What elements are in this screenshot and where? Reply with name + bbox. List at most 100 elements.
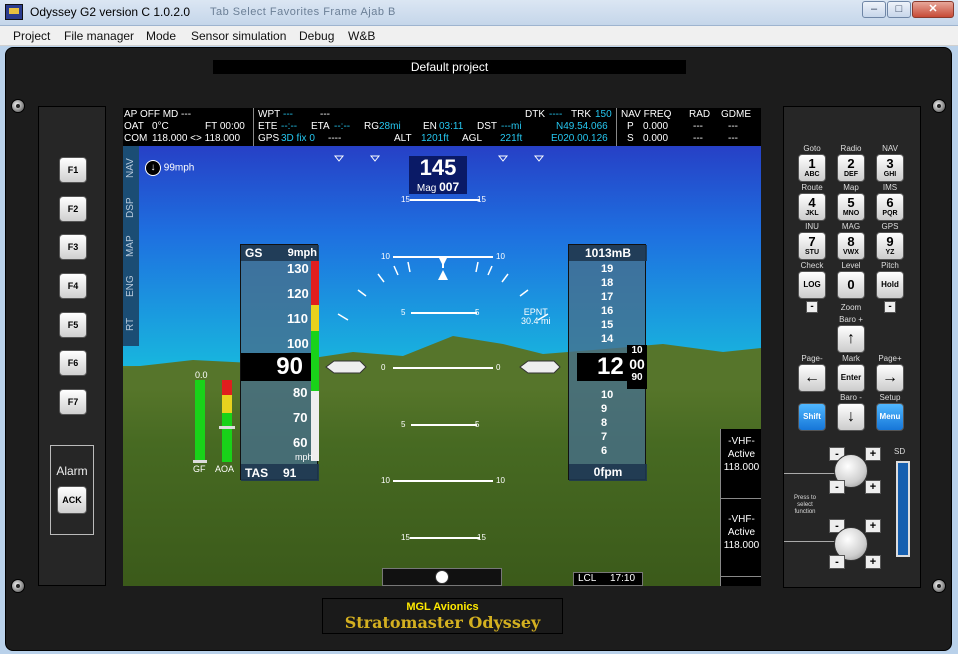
f2-button[interactable]: F2 (59, 196, 87, 222)
key-caption-check: Check (800, 261, 824, 270)
eta-value: --:-- (334, 121, 351, 132)
key-caption-radio: Radio (840, 144, 862, 153)
key-letters: YZ (885, 249, 895, 256)
key-5[interactable]: 5 MNO (837, 193, 865, 221)
key-7[interactable]: 7 STU (798, 232, 826, 260)
logo-line2: Stratomaster Odyssey (344, 613, 541, 632)
maximize-button[interactable]: □ (887, 1, 911, 18)
longitude: E020.00.126 (551, 133, 608, 144)
baro-plus-label: Baro + (839, 315, 863, 324)
wind-indicator: ↓ 99mph (145, 160, 194, 176)
screw-icon (932, 99, 946, 113)
knob1-plus[interactable]: + (865, 447, 881, 461)
vhf-title: -VHF- (728, 436, 755, 447)
screw-icon (932, 579, 946, 593)
menu-file-manager[interactable]: File manager (64, 29, 134, 43)
alt-drum-digit: 00 (629, 356, 645, 372)
knob1-plus-lower[interactable]: + (865, 480, 881, 494)
up-arrow-button[interactable]: ↑ (837, 325, 865, 353)
key-3[interactable]: 3 GHI (876, 154, 904, 182)
menu-wb[interactable]: W&B (348, 29, 375, 43)
slip-indicator (382, 568, 502, 586)
close-button[interactable]: ✕ (912, 1, 954, 18)
vhf-frequency: 118.000 (723, 540, 760, 551)
hold-key[interactable]: Hold (876, 271, 904, 299)
shift-button[interactable]: Shift (798, 403, 826, 431)
key-caption-goto: Goto (803, 144, 821, 153)
gps-value: 3D fix 0 (281, 133, 315, 144)
menu-project[interactable]: Project (13, 29, 50, 43)
zoom-in-button[interactable]: - (884, 301, 896, 313)
menu-button[interactable]: Menu (876, 403, 904, 431)
key-2[interactable]: 2 DEF (837, 154, 865, 182)
key-caption-inu: INU (805, 222, 819, 231)
f4-button[interactable]: F4 (59, 273, 87, 299)
key-0[interactable]: 0 (837, 271, 865, 299)
left-arrow-icon: ← (804, 369, 820, 386)
menu-bar: Project File manager Mode Sensor simulat… (0, 26, 958, 46)
altitude-drum: 10 00 90 (627, 345, 647, 389)
knob2-plus[interactable]: + (865, 519, 881, 533)
menu-debug[interactable]: Debug (299, 29, 334, 43)
key-number: 6 (886, 195, 894, 210)
rg-value: 28mi (379, 121, 401, 132)
alarm-label: Alarm (56, 464, 88, 478)
f3-button[interactable]: F3 (59, 234, 87, 260)
baro-setting: 1013mB (569, 245, 647, 261)
ack-button[interactable]: ACK (57, 486, 87, 514)
knob2-plus-lower[interactable]: + (865, 555, 881, 569)
zoom-label: Zoom (840, 303, 862, 312)
tab-dsp[interactable]: DSP (123, 188, 139, 228)
left-arrow-button[interactable]: ← (798, 364, 826, 392)
up-arrow-icon: ↑ (847, 330, 855, 347)
sd-card-slot[interactable] (896, 461, 910, 557)
key-caption-gps: GPS (881, 222, 899, 231)
tab-nav[interactable]: NAV (123, 148, 139, 188)
right-arrow-button[interactable]: → (876, 364, 904, 392)
tab-map[interactable]: MAP (123, 226, 139, 266)
agl-label: AGL (462, 133, 483, 144)
zoom-out-button[interactable]: - (806, 301, 818, 313)
gf-label: GF (193, 464, 206, 474)
key-8[interactable]: 8 VWX (837, 232, 865, 260)
key-1[interactable]: 1 ABC (798, 154, 826, 182)
vhf-block-2[interactable]: -VHF- Active 118.000 (721, 507, 761, 577)
vhf-block-1[interactable]: -VHF- Active 118.000 (721, 429, 761, 499)
log-key[interactable]: LOG (798, 271, 826, 299)
key-number: 7 (808, 234, 816, 249)
knob2-minus-lower[interactable]: - (829, 555, 845, 569)
alt-drum-digit: 10 (631, 345, 643, 356)
down-arrow-button[interactable]: ↓ (837, 403, 865, 431)
f7-button[interactable]: F7 (59, 389, 87, 415)
tab-eng[interactable]: ENG (123, 266, 139, 306)
minimize-button[interactable]: – (862, 1, 886, 18)
f1-button[interactable]: F1 (59, 157, 87, 183)
key-letters: ABC (804, 171, 820, 178)
page-plus-label: Page+ (878, 354, 902, 363)
f6-button[interactable]: F6 (59, 350, 87, 376)
pitch-label: 15 (477, 533, 486, 542)
heading-readout: 145 Mag 007 (409, 156, 467, 194)
key-4[interactable]: 4 JKL (798, 193, 826, 221)
enter-button[interactable]: Enter (837, 364, 865, 392)
key-number: 0 (847, 277, 855, 292)
key-9[interactable]: 9 YZ (876, 232, 904, 260)
eta-label: ETA (311, 121, 330, 132)
speed-tick: 70 (293, 410, 308, 425)
aoa-label: AOA (215, 464, 235, 474)
menu-sensor-simulation[interactable]: Sensor simulation (191, 29, 286, 43)
vertical-speed: 0fpm (569, 464, 647, 481)
knob1-minus-lower[interactable]: - (829, 480, 845, 494)
f5-button[interactable]: F5 (59, 312, 87, 338)
key-caption-pitch: Pitch (881, 261, 899, 270)
tas-label: TAS (245, 466, 269, 480)
flight-timer: FT 00:00 (205, 121, 245, 132)
tab-rt[interactable]: RT (123, 304, 139, 344)
menu-mode[interactable]: Mode (146, 29, 176, 43)
key-6[interactable]: 6 PQR (876, 193, 904, 221)
key-number: 4 (808, 195, 816, 210)
tas-row: TAS 91 (241, 464, 319, 481)
key-letters: STU (805, 249, 819, 256)
key-caption-nav: NAV (882, 144, 898, 153)
pitch-label: 10 (496, 476, 505, 485)
